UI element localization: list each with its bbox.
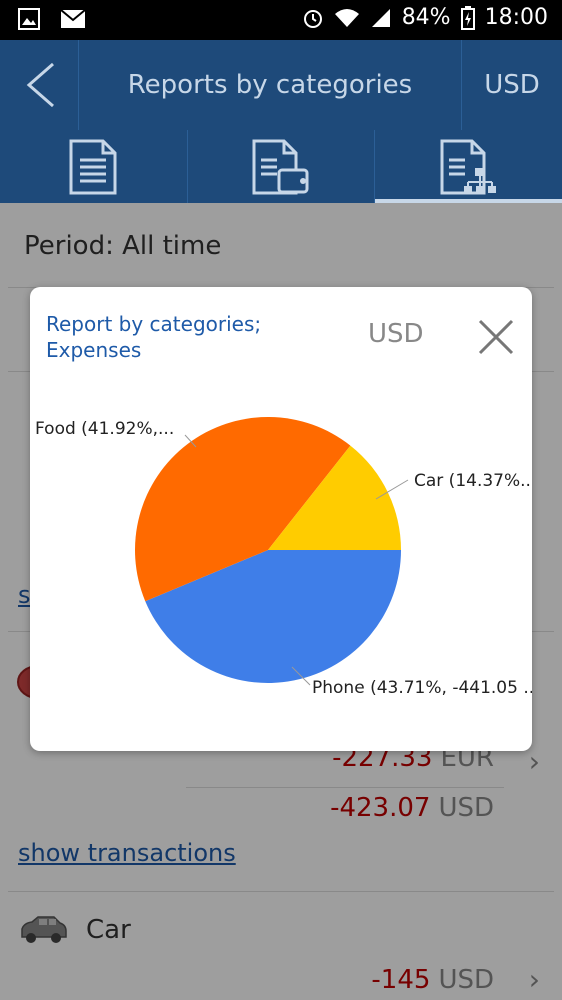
pie-label-phone: Phone (43.71%, -441.05 ... <box>312 678 532 698</box>
page-title: Reports by categories <box>127 70 413 100</box>
tab-report-accounts[interactable] <box>188 130 376 203</box>
battery-percent: 84% <box>401 5 451 30</box>
mail-icon <box>60 9 86 28</box>
pie-label-food: Food (41.92%,... <box>35 419 174 439</box>
report-tabs <box>0 130 562 203</box>
pie-chart: Food (41.92%,... Car (14.37%... Phone (4… <box>35 416 532 698</box>
document-report-icon <box>69 139 117 194</box>
back-button[interactable] <box>0 40 79 130</box>
image-icon <box>18 8 40 30</box>
signal-icon <box>371 8 390 27</box>
alarm-icon <box>303 9 322 28</box>
back-arrow-icon <box>26 62 54 108</box>
wallet-report-icon <box>252 139 309 194</box>
clock: 18:00 <box>484 5 548 30</box>
chart-dialog: Report by categories; Expenses USD Food … <box>30 287 532 751</box>
currency-selector[interactable]: USD <box>461 40 562 130</box>
app-bar: Reports by categories USD <box>0 40 562 203</box>
tab-report-list[interactable] <box>0 130 188 203</box>
wifi-icon <box>334 8 359 27</box>
category-tree-report-icon <box>440 139 496 194</box>
pie-label-car: Car (14.37%... <box>414 471 532 491</box>
battery-icon <box>460 5 475 30</box>
tab-report-categories[interactable] <box>375 130 562 203</box>
status-bar: 84% 18:00 <box>0 0 562 40</box>
